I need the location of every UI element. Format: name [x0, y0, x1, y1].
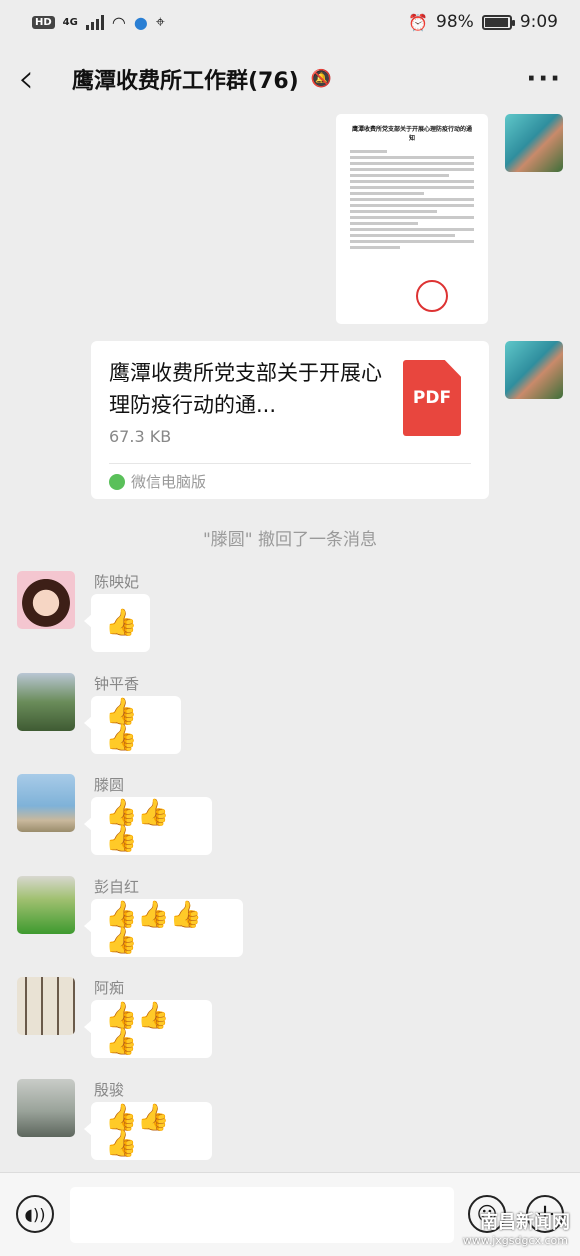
file-source-label: 微信电脑版: [131, 473, 207, 491]
sender-name: 陈映妃: [94, 573, 140, 591]
back-arrow-icon[interactable]: ‹: [18, 59, 58, 99]
message-bubble[interactable]: 👍👍👍: [84, 797, 212, 855]
battery-icon: [481, 14, 515, 30]
pdf-file-icon: PDF: [403, 360, 461, 436]
clock: 9:09: [519, 12, 558, 32]
thumbs-up-emoji: 👍👍👍👍: [105, 900, 203, 956]
file-source: 微信电脑版: [109, 471, 206, 492]
message-row: 滕圆 👍👍👍: [0, 774, 580, 876]
chat-title: 鹰潭收费所工作群(76): [72, 69, 299, 94]
avatar[interactable]: [17, 673, 75, 731]
sender-name: 阿痴: [94, 979, 125, 997]
sender-name: 殷骏: [94, 1081, 125, 1099]
thumbs-up-emoji: 👍👍👍: [105, 1103, 170, 1159]
thumbs-up-emoji: 👍👍: [105, 697, 138, 753]
watermark-logo: 南昌新闻网: [480, 1212, 570, 1233]
message-row: 殷骏 👍👍👍: [0, 1079, 580, 1181]
file-size: 67.3 KB: [109, 427, 172, 446]
document-image-message[interactable]: 鹰潭收费所党支部关于开展心理防疫行动的通知: [336, 114, 488, 324]
avatar[interactable]: [17, 977, 75, 1035]
browser-icon: ●: [133, 12, 148, 32]
message-bubble[interactable]: 👍👍: [84, 696, 181, 754]
file-name: 鹰潭收费所党支部关于开展心理防疫行动的通...: [109, 361, 382, 417]
chat-header: ‹ 鹰潭收费所工作群(76) 🔕 ···: [0, 44, 580, 114]
watermark-url: www.jxgsdgcx.com: [462, 1234, 568, 1247]
message-row: 陈映妃 👍: [0, 571, 580, 673]
signal-icon: [85, 14, 104, 30]
divider: [109, 463, 471, 464]
message-bubble[interactable]: 👍👍👍: [84, 1102, 212, 1160]
battery-percent: 98%: [436, 12, 474, 32]
status-bar: HD 4G ◠ ● ⌖ ⏰ 98% 9:09: [0, 0, 580, 44]
voice-input-icon[interactable]: ◖)): [16, 1195, 54, 1233]
alarm-icon: ⏰: [408, 12, 429, 32]
more-options-icon[interactable]: ···: [526, 64, 562, 94]
chat-area[interactable]: 鹰潭收费所党支部关于开展心理防疫行动的通知 鹰潭收费所党支部关于开展心理防疫行动…: [0, 114, 580, 1172]
location-icon: ⌖: [155, 12, 165, 31]
hd-voice-icon: HD: [32, 15, 55, 29]
message-row: 彭自红 👍👍👍👍: [0, 876, 580, 978]
recall-notice: "滕圆" 撤回了一条消息: [202, 530, 378, 550]
avatar[interactable]: [17, 774, 75, 832]
sender-name: 钟平香: [94, 675, 140, 693]
red-seal-icon: [416, 280, 448, 312]
message-bubble[interactable]: 👍👍👍👍: [84, 899, 243, 957]
avatar[interactable]: [17, 876, 75, 934]
message-row: 阿痴 👍👍👍: [0, 977, 580, 1079]
message-bubble[interactable]: 👍👍👍: [84, 1000, 212, 1058]
avatar[interactable]: [505, 341, 563, 399]
sender-name: 滕圆: [94, 776, 125, 794]
document-heading: 鹰潭收费所党支部关于开展心理防疫行动的通知: [351, 126, 472, 142]
thumbs-up-emoji: 👍👍👍: [105, 1001, 170, 1057]
thumbs-up-emoji: 👍: [105, 608, 138, 638]
wifi-icon: ◠: [111, 12, 126, 32]
message-input[interactable]: [70, 1187, 454, 1243]
network-type-label: 4G: [62, 16, 78, 28]
wechat-pc-icon: [109, 473, 125, 490]
thumbs-up-emoji: 👍👍👍: [105, 798, 170, 854]
message-row: 钟平香 👍👍: [0, 673, 580, 775]
message-bubble[interactable]: 👍: [84, 594, 150, 652]
avatar[interactable]: [505, 114, 563, 172]
avatar[interactable]: [17, 1079, 75, 1137]
avatar[interactable]: [17, 571, 75, 629]
sender-name: 彭自红: [94, 878, 140, 896]
file-message-card[interactable]: 鹰潭收费所党支部关于开展心理防疫行动的通... 67.3 KB PDF 微信电脑…: [91, 341, 489, 499]
mute-bell-icon: 🔕: [310, 69, 332, 89]
